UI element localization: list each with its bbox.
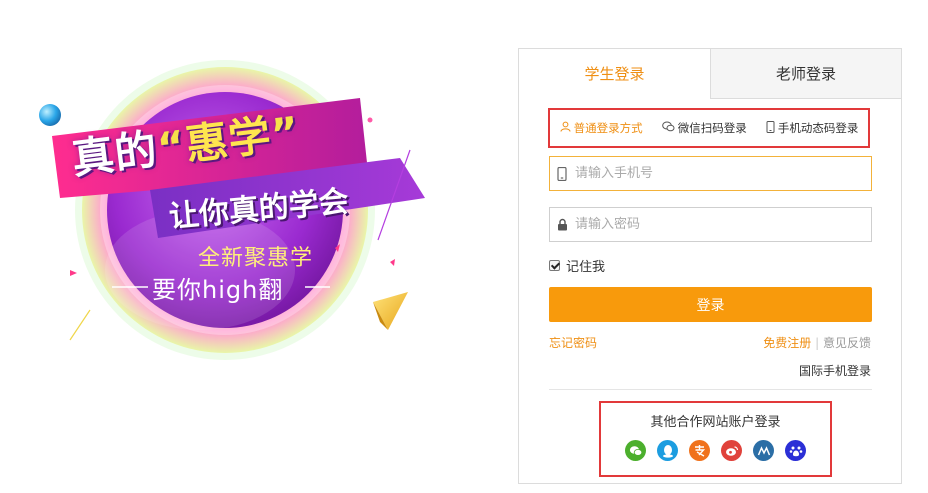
divider (549, 389, 872, 390)
promo-banner: 真的“惠学” 让你真的学会 全新聚惠学 要你high翻 (30, 40, 460, 370)
partner-icons (601, 440, 830, 461)
login-method-selector: 普通登录方式 微信扫码登录 手机动态码登录 (548, 108, 870, 148)
remember-me: 记住我 (549, 256, 605, 275)
method-wechat-scan-label: 微信扫码登录 (677, 121, 747, 135)
qq-icon[interactable] (657, 440, 678, 461)
international-phone-login-link[interactable]: 国际手机登录 (799, 362, 871, 379)
wechat-icon (661, 121, 675, 135)
remember-me-checkbox[interactable] (549, 260, 560, 271)
login-tabs: 学生登录 老师登录 (519, 49, 901, 99)
register-link[interactable]: 免费注册 (763, 336, 811, 350)
phone-input[interactable] (574, 158, 871, 189)
password-input[interactable] (574, 209, 871, 240)
baidu-icon[interactable] (785, 440, 806, 461)
login-panel: 学生登录 老师登录 普通登录方式 微信扫码登录 手机动态码登录 请输入手机号 记… (518, 48, 902, 484)
method-mobile-code-label: 手机动态码登录 (777, 121, 859, 135)
tab-teacher-login[interactable]: 老师登录 (710, 49, 901, 99)
lock-icon (550, 218, 574, 231)
weibo-icon[interactable] (721, 440, 742, 461)
promo-slogan-line2: 要你high翻 (152, 276, 284, 304)
alipay-icon[interactable] (689, 440, 710, 461)
forgot-password-link[interactable]: 忘记密码 (549, 334, 597, 351)
remember-me-label: 记住我 (566, 260, 606, 275)
wechat-icon[interactable] (625, 440, 646, 461)
phone-field (549, 156, 872, 191)
partner-login-title: 其他合作网站账户登录 (650, 415, 781, 430)
login-button[interactable]: 登录 (549, 287, 872, 322)
method-normal-login-label: 普通登录方式 (573, 121, 643, 135)
link-separator: | (815, 336, 820, 350)
mobile-icon (550, 166, 574, 181)
method-wechat-scan-login[interactable]: 微信扫码登录 (661, 120, 747, 136)
tab-student-login[interactable]: 学生登录 (519, 49, 710, 99)
register-feedback-links: 免费注册 | 意见反馈 (763, 334, 871, 351)
promo-slogan-line1: 全新聚惠学 (198, 246, 314, 271)
partner-login-box: 其他合作网站账户登录 (599, 401, 832, 477)
renren-icon[interactable] (753, 440, 774, 461)
promo-title-emphasis: 惠学 (182, 110, 275, 170)
promo-title-close-quote: ” (268, 106, 303, 160)
method-normal-login[interactable]: 普通登录方式 (560, 120, 643, 136)
user-icon (560, 121, 571, 135)
promo-title-pre: 真的 (69, 124, 161, 184)
mobile-icon (766, 120, 775, 136)
password-field (549, 207, 872, 242)
method-mobile-code-login[interactable]: 手机动态码登录 (766, 120, 859, 136)
feedback-link[interactable]: 意见反馈 (823, 336, 871, 350)
